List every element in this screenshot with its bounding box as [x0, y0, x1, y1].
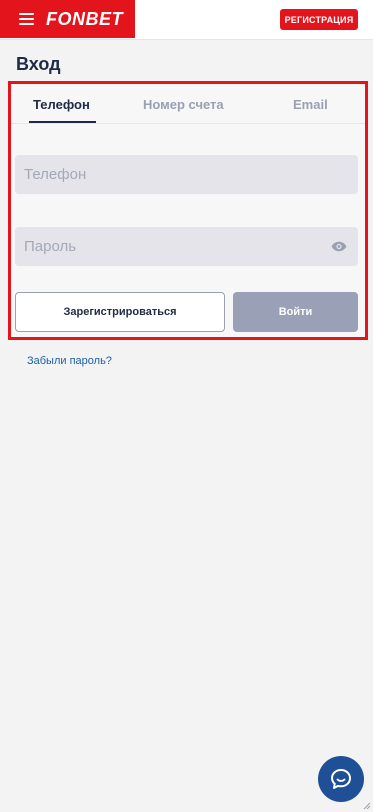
login-button[interactable]: Войти — [233, 292, 358, 332]
login-form-card: Телефон Номер счета Email Зарегистрирова… — [8, 81, 368, 340]
tab-account-number[interactable]: Номер счета — [143, 97, 224, 112]
top-bar: FONBET РЕГИСТРАЦИЯ — [0, 0, 373, 40]
password-field[interactable] — [15, 227, 358, 266]
tab-phone[interactable]: Телефон — [33, 97, 90, 112]
page-title: Вход — [16, 54, 61, 74]
register-top-button[interactable]: РЕГИСТРАЦИЯ — [280, 9, 358, 30]
chat-button[interactable] — [318, 756, 364, 802]
phone-field[interactable] — [15, 155, 358, 194]
login-tabs: Телефон Номер счета Email — [11, 84, 365, 124]
hamburger-menu-icon[interactable] — [19, 13, 34, 25]
eye-icon[interactable] — [331, 241, 347, 252]
brand-block: FONBET — [0, 0, 135, 38]
resize-grip-icon[interactable] — [361, 800, 371, 810]
forgot-password-link[interactable]: Забыли пароль? — [27, 355, 112, 367]
chat-icon — [331, 769, 351, 789]
register-button[interactable]: Зарегистрироваться — [15, 292, 225, 332]
active-tab-indicator — [29, 121, 96, 123]
phone-input[interactable] — [24, 166, 314, 183]
tab-email[interactable]: Email — [293, 97, 328, 112]
brand-logo[interactable]: FONBET — [46, 9, 123, 30]
password-input[interactable] — [24, 238, 314, 255]
